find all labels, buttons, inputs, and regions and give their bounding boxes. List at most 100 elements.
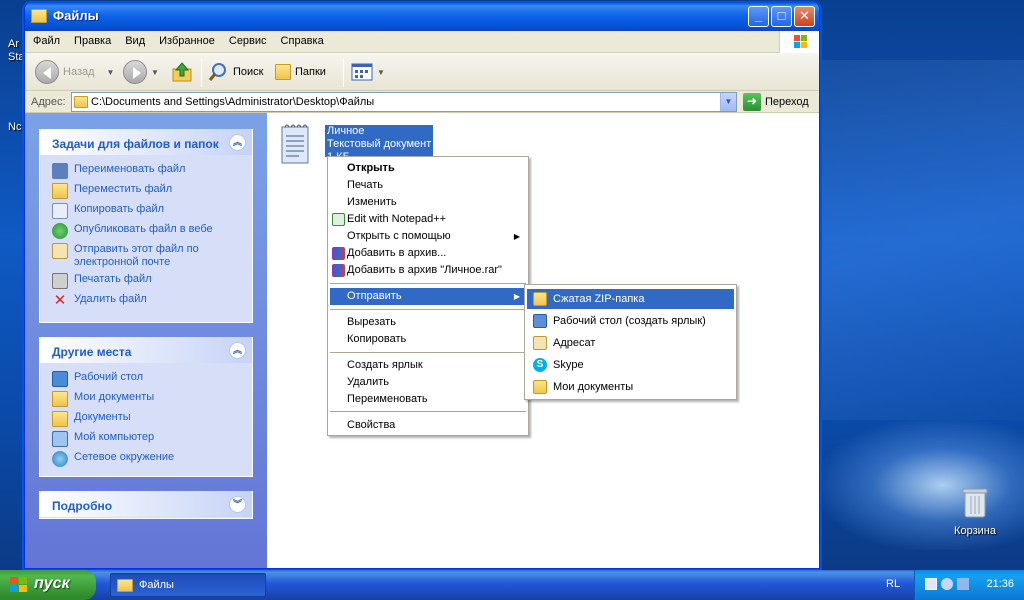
volume-icon[interactable] bbox=[941, 578, 953, 590]
send-to-mail-recipient[interactable]: Адресат bbox=[527, 333, 734, 353]
menu-label: Изменить bbox=[347, 196, 397, 208]
recycle-bin[interactable]: Корзина bbox=[944, 486, 1006, 537]
recycle-bin-label: Корзина bbox=[954, 525, 996, 537]
task-print-file[interactable]: Печатать файл bbox=[52, 273, 246, 293]
send-to-my-documents[interactable]: Мои документы bbox=[527, 377, 734, 397]
minimize-button[interactable]: _ bbox=[748, 6, 769, 27]
task-move-file[interactable]: Переместить файл bbox=[52, 183, 246, 203]
task-publish-web[interactable]: Опубликовать файл в вебе bbox=[52, 223, 246, 243]
send-to-desktop[interactable]: Рабочий стол (создать ярлык) bbox=[527, 311, 734, 331]
ctx-create-shortcut[interactable]: Создать ярлык bbox=[330, 357, 526, 374]
network-tray-icon[interactable] bbox=[925, 578, 937, 590]
desktop-icon bbox=[52, 371, 68, 387]
panel-header[interactable]: Подробно ︾ bbox=[40, 491, 252, 517]
chevron-down-icon[interactable]: ▼ bbox=[151, 68, 159, 77]
ctx-add-to-archive[interactable]: Добавить в архив... bbox=[330, 245, 526, 262]
place-desktop[interactable]: Рабочий стол bbox=[52, 371, 246, 391]
back-arrow-icon bbox=[35, 60, 59, 84]
ctx-add-to-rar[interactable]: Добавить в архив "Личное.rar" bbox=[330, 262, 526, 279]
go-button[interactable]: ➜ Переход bbox=[743, 93, 809, 111]
forward-button[interactable]: ▼ bbox=[123, 59, 159, 85]
menu-favorites[interactable]: Избранное bbox=[151, 31, 221, 47]
menu-label: Свойства bbox=[347, 419, 396, 431]
start-button[interactable]: пуск bbox=[0, 570, 96, 600]
place-network[interactable]: Сетевое окружение bbox=[52, 451, 246, 471]
skype-icon: S bbox=[533, 358, 547, 372]
language-indicator[interactable]: RL bbox=[886, 578, 900, 590]
place-label: Мой компьютер bbox=[74, 431, 155, 443]
expand-icon[interactable]: ︾ bbox=[229, 496, 246, 513]
menu-separator bbox=[330, 309, 526, 310]
ctx-copy[interactable]: Копировать bbox=[330, 331, 526, 348]
taskbar: пуск Файлы RL 21:36 bbox=[0, 570, 1024, 600]
task-rename-file[interactable]: Переименовать файл bbox=[52, 163, 246, 183]
menu-view[interactable]: Вид bbox=[117, 31, 151, 47]
send-to-zip[interactable]: Сжатая ZIP-папка bbox=[527, 289, 734, 309]
close-button[interactable]: ✕ bbox=[794, 6, 815, 27]
details-panel: Подробно ︾ bbox=[39, 491, 253, 519]
search-button[interactable]: Поиск bbox=[207, 59, 263, 85]
chevron-down-icon[interactable]: ▼ bbox=[107, 68, 115, 77]
address-label: Адрес: bbox=[31, 96, 66, 108]
menu-label: Копировать bbox=[347, 333, 407, 345]
start-label: пуск bbox=[34, 575, 70, 592]
ctx-rename[interactable]: Переименовать bbox=[330, 391, 526, 408]
place-label: Документы bbox=[74, 411, 131, 423]
rename-icon bbox=[52, 163, 68, 179]
views-button[interactable]: ▼ bbox=[351, 59, 385, 85]
menu-label: Сжатая ZIP-папка bbox=[553, 293, 645, 305]
back-button[interactable]: Назад ▼ bbox=[35, 59, 114, 85]
task-send-email[interactable]: Отправить этот файл по электронной почте bbox=[52, 243, 246, 273]
place-label: Рабочий стол bbox=[74, 371, 144, 383]
up-folder-button[interactable] bbox=[171, 59, 193, 85]
ctx-open-with[interactable]: Открыть с помощью ▶ bbox=[330, 228, 526, 245]
collapse-icon[interactable]: ︽ bbox=[229, 134, 246, 151]
tray-app-icon[interactable] bbox=[957, 578, 969, 590]
ctx-send-to[interactable]: Отправить ▶ bbox=[330, 288, 526, 305]
my-documents-icon bbox=[533, 380, 547, 394]
winrar-icon bbox=[332, 264, 345, 277]
task-delete-file[interactable]: ✕ Удалить файл bbox=[52, 293, 246, 313]
ctx-print[interactable]: Печать bbox=[330, 177, 526, 194]
collapse-icon[interactable]: ︽ bbox=[229, 342, 246, 359]
panel-header[interactable]: Другие места ︽ bbox=[40, 337, 252, 363]
desktop-wallpaper-light bbox=[820, 60, 1024, 420]
task-label: Удалить файл bbox=[74, 293, 147, 305]
go-arrow-icon: ➜ bbox=[743, 93, 761, 111]
menu-tools[interactable]: Сервис bbox=[221, 31, 273, 47]
maximize-button[interactable]: □ bbox=[771, 6, 792, 27]
folders-button[interactable]: Папки bbox=[275, 59, 326, 85]
send-to-skype[interactable]: S Skype bbox=[527, 355, 734, 375]
ctx-open[interactable]: Открыть bbox=[330, 160, 526, 177]
menu-edit[interactable]: Правка bbox=[66, 31, 117, 47]
menu-help[interactable]: Справка bbox=[273, 31, 330, 47]
chevron-down-icon[interactable]: ▼ bbox=[377, 68, 385, 77]
copy-icon bbox=[52, 203, 68, 219]
search-label: Поиск bbox=[233, 66, 264, 78]
task-copy-file[interactable]: Копировать файл bbox=[52, 203, 246, 223]
ctx-edit[interactable]: Изменить bbox=[330, 194, 526, 211]
folder-icon bbox=[74, 96, 88, 108]
ctx-edit-notepadpp[interactable]: Edit with Notepad++ bbox=[330, 211, 526, 228]
ctx-properties[interactable]: Свойства bbox=[330, 417, 526, 434]
window-title: Файлы bbox=[53, 8, 99, 23]
folder-icon bbox=[117, 578, 133, 592]
menu-separator bbox=[330, 411, 526, 412]
taskbar-window-button[interactable]: Файлы bbox=[110, 573, 266, 597]
address-input[interactable]: C:\Documents and Settings\Administrator\… bbox=[71, 92, 737, 112]
place-my-computer[interactable]: Мой компьютер bbox=[52, 431, 246, 451]
place-my-documents[interactable]: Мои документы bbox=[52, 391, 246, 411]
menu-label: Создать ярлык bbox=[347, 359, 423, 371]
place-documents[interactable]: Документы bbox=[52, 411, 246, 431]
context-menu: Открыть Печать Изменить Edit with Notepa… bbox=[327, 156, 529, 436]
panel-header[interactable]: Задачи для файлов и папок ︽ bbox=[40, 129, 252, 155]
address-dropdown-button[interactable]: ▼ bbox=[720, 93, 736, 111]
computer-icon bbox=[52, 431, 68, 447]
menu-file[interactable]: Файл bbox=[25, 31, 66, 47]
search-icon bbox=[208, 63, 226, 81]
ctx-cut[interactable]: Вырезать bbox=[330, 314, 526, 331]
ctx-delete[interactable]: Удалить bbox=[330, 374, 526, 391]
title-bar[interactable]: Файлы _ □ ✕ bbox=[25, 3, 819, 31]
globe-icon bbox=[52, 223, 68, 239]
file-tasks-panel: Задачи для файлов и папок ︽ Переименоват… bbox=[39, 129, 253, 323]
